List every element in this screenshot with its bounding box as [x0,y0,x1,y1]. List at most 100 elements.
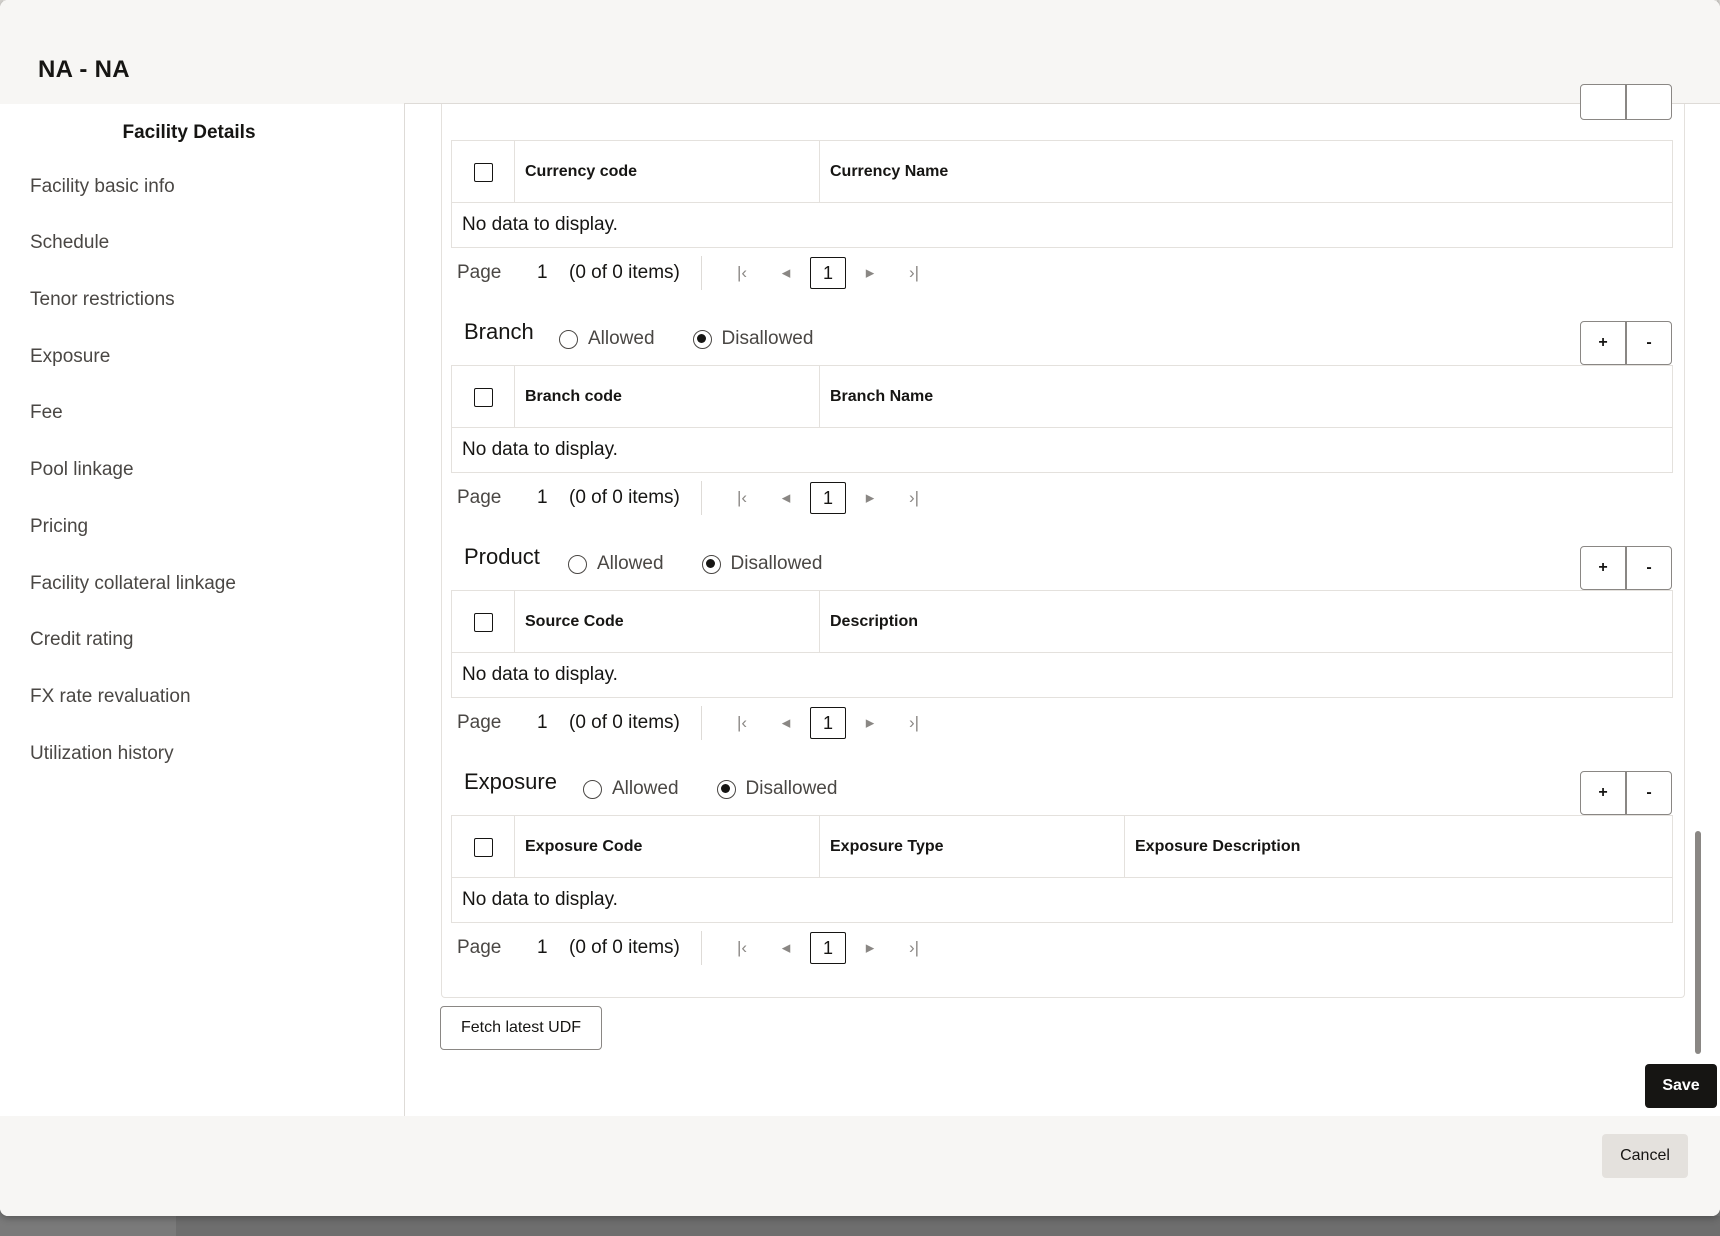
radio-label: Disallowed [721,328,814,349]
previous-page-icon[interactable]: ◂ [764,938,808,958]
sidebar-item-exposure[interactable]: Exposure [30,346,110,368]
exposure-allowed-option[interactable]: Allowed [583,778,679,800]
select-all-checkbox[interactable] [473,612,493,632]
previous-page-icon[interactable]: ◂ [764,263,808,283]
page-label: Page [457,487,502,508]
product-remove-button[interactable]: - [1626,546,1672,590]
select-all-cell [452,591,514,653]
branch-pager: Page 1 (0 of 0 items) |‹ ◂ 1 ▸ ›| [457,481,936,515]
select-all-cell [452,141,514,203]
exposure-remove-button[interactable]: - [1626,771,1672,815]
first-page-icon[interactable]: |‹ [720,938,764,958]
page-input[interactable]: 1 [810,482,846,514]
product-section-title: Product [464,544,540,569]
sidebar-item-fx-rate-revaluation[interactable]: FX rate revaluation [30,686,191,708]
exposure-add-button[interactable]: + [1580,771,1626,815]
first-page-icon[interactable]: |‹ [720,263,764,283]
content-panel: Currency code Currency Name No data to d… [404,84,1720,1116]
column-header[interactable]: Exposure Type [819,816,1124,878]
select-all-checkbox[interactable] [473,837,493,857]
sidebar-item-facility-collateral-linkage[interactable]: Facility collateral linkage [30,573,236,595]
branch-remove-button[interactable]: - [1626,321,1672,365]
branch-disallowed-option[interactable]: Disallowed [692,328,814,350]
dialog-header: NA - NA [0,0,1720,104]
column-header[interactable]: Branch Name [819,366,1672,428]
branch-allowed-option[interactable]: Allowed [559,328,655,350]
dialog-title: NA - NA [38,56,130,83]
currency-remove-button[interactable] [1626,84,1672,120]
radio-label: Allowed [597,553,664,574]
column-header[interactable]: Exposure Description [1124,816,1672,878]
radio-checked-icon [716,779,736,799]
sidebar-item-facility-basic-info[interactable]: Facility basic info [30,176,175,198]
column-header[interactable]: Description [819,591,1672,653]
page-input[interactable]: 1 [810,707,846,739]
page-input[interactable]: 1 [810,932,846,964]
sidebar-item-pool-linkage[interactable]: Pool linkage [30,459,134,481]
product-disallowed-option[interactable]: Disallowed [701,553,822,575]
select-all-checkbox[interactable] [473,387,493,407]
radio-label: Disallowed [745,778,838,799]
empty-message: No data to display. [462,439,618,460]
sidebar-item-credit-rating[interactable]: Credit rating [30,629,134,651]
page-label: Page [457,937,502,958]
exposure-pager: Page 1 (0 of 0 items) |‹ ◂ 1 ▸ ›| [457,931,936,965]
radio-unchecked-icon [568,554,587,574]
page-input[interactable]: 1 [810,257,846,289]
sidebar-item-tenor-restrictions[interactable]: Tenor restrictions [30,289,175,311]
last-page-icon[interactable]: ›| [892,713,936,733]
empty-message: No data to display. [462,664,618,685]
column-header[interactable]: Currency code [514,141,819,203]
column-header[interactable]: Currency Name [819,141,1672,203]
sidebar-item-utilization-history[interactable]: Utilization history [30,743,174,765]
dialog-footer [0,1116,1720,1216]
column-header[interactable]: Exposure Code [514,816,819,878]
radio-label: Allowed [588,328,655,349]
currency-add-button[interactable] [1580,84,1626,120]
previous-page-icon[interactable]: ◂ [764,713,808,733]
product-pager: Page 1 (0 of 0 items) |‹ ◂ 1 ▸ ›| [457,706,936,740]
product-radio-group: Allowed Disallowed [568,553,860,575]
first-page-icon[interactable]: |‹ [720,713,764,733]
next-page-icon[interactable]: ▸ [848,938,892,958]
empty-message: No data to display. [462,214,618,235]
item-count: (0 of 0 items) [569,937,680,958]
branch-add-button[interactable]: + [1580,321,1626,365]
exposure-section-title: Exposure [464,769,557,794]
next-page-icon[interactable]: ▸ [848,713,892,733]
radio-checked-icon [692,329,712,349]
last-page-icon[interactable]: ›| [892,938,936,958]
item-count: (0 of 0 items) [569,487,680,508]
currency-pager: Page 1 (0 of 0 items) |‹ ◂ 1 ▸ ›| [457,256,936,290]
last-page-icon[interactable]: ›| [892,263,936,283]
scrollbar-thumb[interactable] [1695,831,1701,1054]
fetch-latest-udf-button[interactable]: Fetch latest UDF [440,1006,602,1050]
product-allowed-option[interactable]: Allowed [568,553,664,575]
radio-label: Allowed [612,778,679,799]
select-all-cell [452,816,514,878]
next-page-icon[interactable]: ▸ [848,488,892,508]
page-label: Page [457,712,502,733]
sidebar-title: Facility Details [122,122,256,143]
item-count: (0 of 0 items) [569,712,680,733]
next-page-icon[interactable]: ▸ [848,263,892,283]
select-all-checkbox[interactable] [473,162,493,182]
grid-header: Currency code Currency Name [452,141,1672,203]
column-header[interactable]: Source Code [514,591,819,653]
previous-page-icon[interactable]: ◂ [764,488,808,508]
empty-message: No data to display. [462,889,618,910]
column-header[interactable]: Branch code [514,366,819,428]
radio-checked-icon [701,554,721,574]
item-count: (0 of 0 items) [569,262,680,283]
sidebar-item-schedule[interactable]: Schedule [30,232,109,254]
cancel-button[interactable]: Cancel [1602,1134,1688,1178]
last-page-icon[interactable]: ›| [892,488,936,508]
first-page-icon[interactable]: |‹ [720,488,764,508]
page-number: 1 [537,487,548,508]
product-add-button[interactable]: + [1580,546,1626,590]
exposure-disallowed-option[interactable]: Disallowed [716,778,838,800]
save-button[interactable]: Save [1645,1064,1717,1108]
sidebar-item-fee[interactable]: Fee [30,402,63,424]
grid-header: Branch code Branch Name [452,366,1672,428]
sidebar-item-pricing[interactable]: Pricing [30,516,88,538]
